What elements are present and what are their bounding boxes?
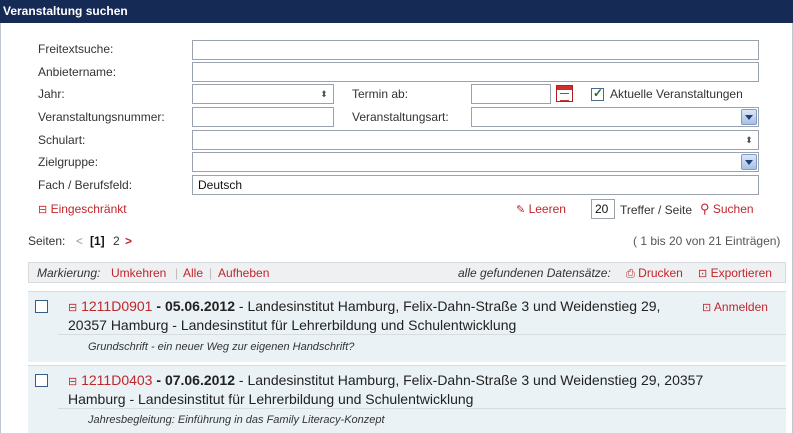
expand-icon: ⊟ [38, 204, 48, 216]
aufheben-link[interactable]: Aufheben [218, 266, 269, 280]
result-link[interactable]: ⊟ 1211D0403 [68, 372, 152, 388]
result-link[interactable]: ⊟ 1211D0901 [68, 298, 152, 314]
leeren-label: Leeren [528, 202, 566, 216]
divider [58, 408, 786, 409]
termin-label: Termin ab: [352, 87, 409, 101]
termin-input[interactable] [471, 84, 551, 104]
login-icon: ⊡ [702, 302, 712, 314]
next-page-link[interactable]: > [125, 234, 132, 248]
jahr-label: Jahr: [38, 87, 65, 101]
result-checkbox[interactable] [35, 374, 48, 387]
spinner-icon: ⬍ [320, 89, 328, 99]
freitext-label: Freitextsuche: [38, 42, 114, 56]
result-location-2: Hamburg - Landesinstitut für Lehrerbildu… [68, 391, 474, 407]
result-date: 07.06.2012 [164, 372, 236, 388]
search-panel: Freitextsuche: Anbietername: Jahr: ⬍ Ter… [0, 23, 793, 433]
vart-select[interactable] [471, 107, 759, 127]
result-date: 05.06.2012 [164, 298, 236, 314]
result-subtitle: Jahresbegleitung: Einführung in das Fami… [88, 414, 385, 426]
schulart-select[interactable]: ⬍ [192, 130, 759, 150]
umkehren-link[interactable]: Umkehren [111, 266, 166, 280]
result-heading: ⊟ 1211D0901 - 05.06.2012 - Landesinstitu… [68, 298, 661, 333]
fach-label: Fach / Berufsfeld: [38, 178, 133, 192]
calendar-icon[interactable] [556, 85, 573, 102]
selection-toolbar: Markierung: Umkehren | Alle | Aufheben a… [28, 262, 786, 283]
drucken-button[interactable]: ⎙ Drucken [626, 266, 683, 281]
vart-label: Veranstaltungsart: [352, 110, 449, 124]
result-subtitle: Grundschrift - ein neuer Weg zur eigenen… [88, 341, 355, 353]
alle-link[interactable]: Alle [183, 266, 203, 280]
suchen-button[interactable]: ⚲ Suchen [700, 201, 754, 217]
fach-input[interactable]: Deutsch [192, 175, 759, 195]
vnr-label: Veranstaltungsnummer: [38, 110, 165, 124]
anmelden-button[interactable]: ⊡ Anmelden [702, 300, 768, 314]
expand-icon: ⊟ [68, 376, 78, 388]
anmelden-label: Anmelden [713, 300, 768, 314]
expand-icon: ⊟ [68, 302, 78, 314]
divider [58, 334, 786, 335]
vnr-input[interactable] [192, 107, 334, 127]
eingeschraenkt-label: Eingeschränkt [50, 202, 127, 216]
markierung-label: Markierung: [37, 266, 101, 280]
exportieren-label: Exportieren [710, 266, 772, 280]
chevron-down-icon[interactable] [741, 154, 757, 170]
panel-title: Veranstaltung suchen [0, 0, 793, 23]
leeren-button[interactable]: ✎ Leeren [516, 202, 566, 216]
eraser-icon: ✎ [516, 204, 526, 216]
list-item: ⊟ 1211D0403 - 07.06.2012 - Landesinstitu… [28, 365, 786, 433]
suchen-label: Suchen [712, 202, 754, 216]
chevron-down-icon[interactable] [741, 109, 757, 125]
printer-icon: ⎙ [626, 268, 635, 280]
treffer-input[interactable]: 20 [591, 199, 615, 219]
result-location-2: 20357 Hamburg - Landesinstitut für Lehre… [68, 317, 517, 333]
result-number: 1211D0403 [81, 372, 153, 388]
exportieren-button[interactable]: ⊡ Exportieren [698, 266, 772, 280]
aktuelle-checkbox[interactable] [591, 86, 604, 101]
treffer-label: Treffer / Seite [620, 203, 693, 217]
zielgruppe-select[interactable] [192, 152, 759, 172]
anbieter-input[interactable] [192, 62, 759, 82]
page-2-link[interactable]: 2 [113, 234, 120, 248]
search-icon: ⚲ [700, 201, 710, 216]
result-count: ( 1 bis 20 von 21 Einträgen) [633, 234, 781, 248]
list-item: ⊟ 1211D0901 - 05.06.2012 - Landesinstitu… [28, 291, 786, 362]
zielgruppe-label: Zielgruppe: [38, 155, 99, 169]
result-location: - Landesinstitut Hamburg, Felix-Dahn-Str… [235, 298, 661, 314]
jahr-select[interactable]: ⬍ [192, 84, 334, 104]
result-number: 1211D0901 [81, 298, 153, 314]
alle-gefundenen-label: alle gefundenen Datensätze: [458, 266, 611, 280]
prev-page-link[interactable]: < [76, 234, 83, 248]
result-heading: ⊟ 1211D0403 - 07.06.2012 - Landesinstitu… [68, 372, 704, 407]
separator: | [175, 266, 179, 280]
freitext-input[interactable] [192, 40, 759, 60]
separator: | [209, 266, 213, 280]
result-checkbox[interactable] [35, 300, 48, 313]
current-page: [1] [90, 234, 105, 248]
drucken-label: Drucken [638, 266, 683, 280]
eingeschraenkt-link[interactable]: ⊟ Eingeschränkt [38, 202, 127, 216]
export-icon: ⊡ [698, 268, 708, 280]
seiten-label: Seiten: [28, 234, 66, 248]
spinner-icon: ⬍ [745, 135, 753, 145]
aktuelle-label: Aktuelle Veranstaltungen [610, 87, 743, 101]
schulart-label: Schulart: [38, 133, 86, 147]
anbieter-label: Anbietername: [38, 65, 117, 79]
result-location: - Landesinstitut Hamburg, Felix-Dahn-Str… [235, 372, 704, 388]
